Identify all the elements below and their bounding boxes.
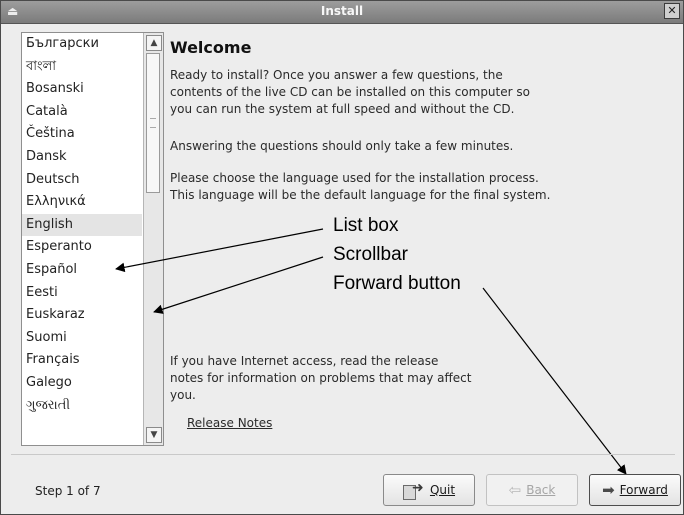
step-indicator: Step 1 of 7 [35, 484, 101, 498]
back-arrow-icon: ⇦ [508, 481, 522, 499]
arrow-scrollbar [153, 256, 324, 314]
annotation-arrows [115, 228, 627, 475]
forward-button[interactable]: ➡ Forward [589, 474, 681, 506]
forward-arrow-icon: ➡ [602, 481, 615, 499]
quit-label: Quit [429, 483, 456, 497]
footer-separator [11, 454, 675, 455]
installer-window: ⏏ Install ✕ Български বাংলা Bosanski Català… [0, 0, 684, 515]
quit-button[interactable]: ➜ Quit [383, 474, 475, 506]
arrow-forward [482, 287, 627, 475]
forward-label: Forward [619, 483, 668, 497]
quit-icon: ➜ [402, 481, 425, 500]
back-button[interactable]: ⇦ Back [486, 474, 578, 506]
back-label: Back [526, 483, 556, 497]
arrow-list-box [115, 228, 324, 273]
